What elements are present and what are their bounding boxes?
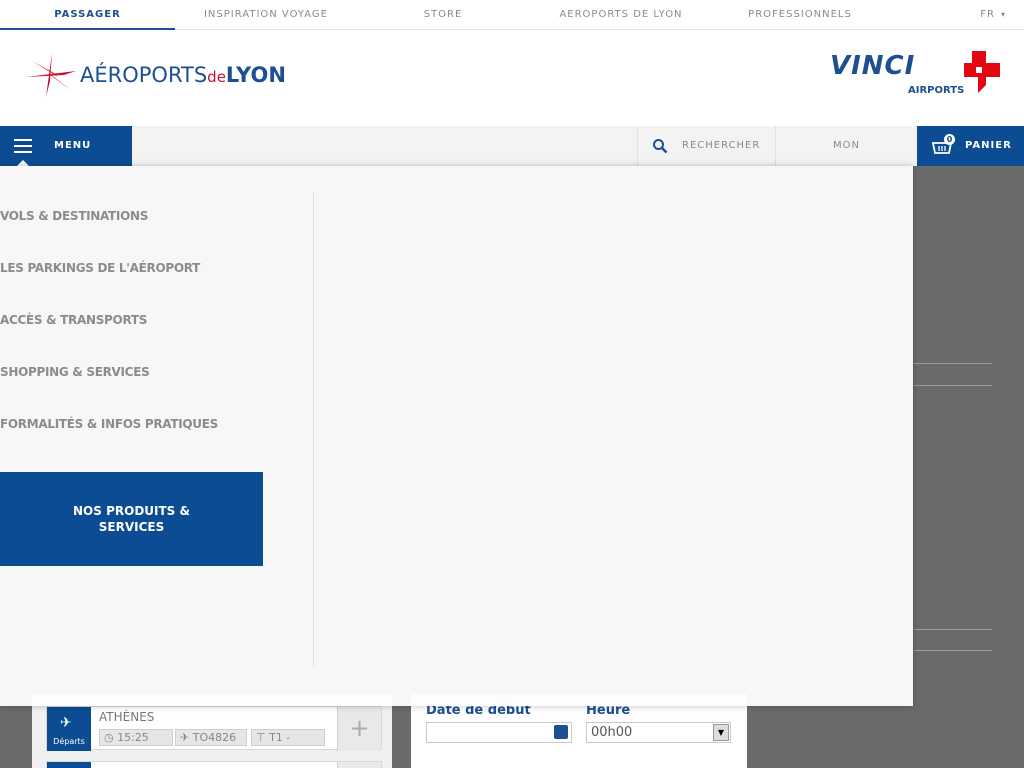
cart-count-badge: 0 [944,134,955,145]
search-button[interactable]: RECHERCHER [637,126,775,166]
menu-icon [14,139,32,153]
flight-time: ◷ 15:25 [99,729,173,746]
divider-line [912,363,992,364]
site-header: AÉROPORTSdeLYON VINCI AIRPORTS [0,31,1024,126]
tab-inspiration-voyage[interactable]: INSPIRATION VOYAGE [175,0,357,30]
aeroports-de-lyon-logo[interactable]: AÉROPORTSdeLYON [24,51,286,101]
logo-prefix: AÉROPORTS [80,63,208,87]
airplane-logo-icon [26,53,76,97]
calendar-icon[interactable] [554,725,568,739]
plane-icon: ✈ [60,715,72,731]
main-bar: MENU RECHERCHER MON 0 PANIER [0,126,1024,167]
departures-badge [47,762,91,768]
flight-row[interactable] [46,761,382,768]
hour-value: 00h00 [591,725,633,740]
products-services-button[interactable]: NOS PRODUITS & SERVICES [0,472,263,566]
departures-label: Départs [53,737,85,746]
menu-item-acces-transports[interactable]: ACCÈS & TRANSPORTS [0,313,147,327]
search-icon [653,139,668,154]
flight-row[interactable]: ✈ Départs ATHÈNES ◷ 15:25 ✈ TO4826 ⊤ T1 … [46,706,382,751]
vinci-wordmark: VINCI [830,51,916,81]
clock-icon: ◷ [104,731,118,744]
flight-terminal: ⊤ T1 - [251,729,325,746]
menu-item-shopping-services[interactable]: SHOPPING & SERVICES [0,365,150,379]
divider-line [912,650,992,651]
tab-passager[interactable]: PASSAGER [0,0,175,30]
flight-number: ✈ TO4826 [175,729,247,746]
flight-number-value: TO4826 [192,731,237,744]
plane-icon: ✈ [180,731,193,744]
cart-label: PANIER [965,140,1012,151]
chevron-down-icon: ▾ [1000,10,1006,19]
tab-professionnels[interactable]: PROFESSIONNELS [713,0,887,30]
vinci-cross-icon [964,51,1000,93]
plus-icon[interactable] [337,762,381,768]
divider-line [912,629,992,630]
menu-overlay: VOLS & DESTINATIONS LES PARKINGS DE L'AÉ… [0,166,913,706]
flight-terminal-value: T1 - [269,731,291,744]
account-button[interactable]: MON [775,126,917,166]
hour-select[interactable]: 00h00 ▼ [586,722,731,743]
menu-item-vols-destinations[interactable]: VOLS & DESTINATIONS [0,209,148,223]
cart-button[interactable]: 0 PANIER [917,126,1024,166]
vinci-airports-logo[interactable]: VINCI AIRPORTS [830,51,1010,101]
logo-de: de [207,68,226,86]
search-label: RECHERCHER [682,140,761,151]
departures-badge: ✈ Départs [47,707,91,751]
flight-time-value: 15:25 [117,731,149,744]
top-nav: PASSAGER INSPIRATION VOYAGE STORE AEROPO… [0,0,1024,30]
menu-label: MENU [54,140,92,151]
menu-item-parkings[interactable]: LES PARKINGS DE L'AÉROPORT [0,261,200,275]
menu-button[interactable]: MENU [0,126,132,167]
language-label: FR [980,9,995,20]
tab-aeroports-de-lyon[interactable]: AEROPORTS DE LYON [529,0,713,30]
menu-item-formalites[interactable]: FORMALITÉS & INFOS PRATIQUES [0,417,218,431]
flight-destination: ATHÈNES [99,710,155,724]
logo-city: LYON [225,63,286,87]
menu-divider [313,192,314,666]
divider-line [912,385,992,386]
plus-icon[interactable]: + [337,707,381,751]
chevron-down-icon[interactable]: ▼ [713,724,729,741]
terminal-icon: ⊤ [256,731,270,744]
logo-wordmark: AÉROPORTSdeLYON [80,63,286,87]
tab-store[interactable]: STORE [357,0,529,30]
language-selector[interactable]: FR ▾ [980,0,1006,30]
start-date-field[interactable] [426,722,572,743]
